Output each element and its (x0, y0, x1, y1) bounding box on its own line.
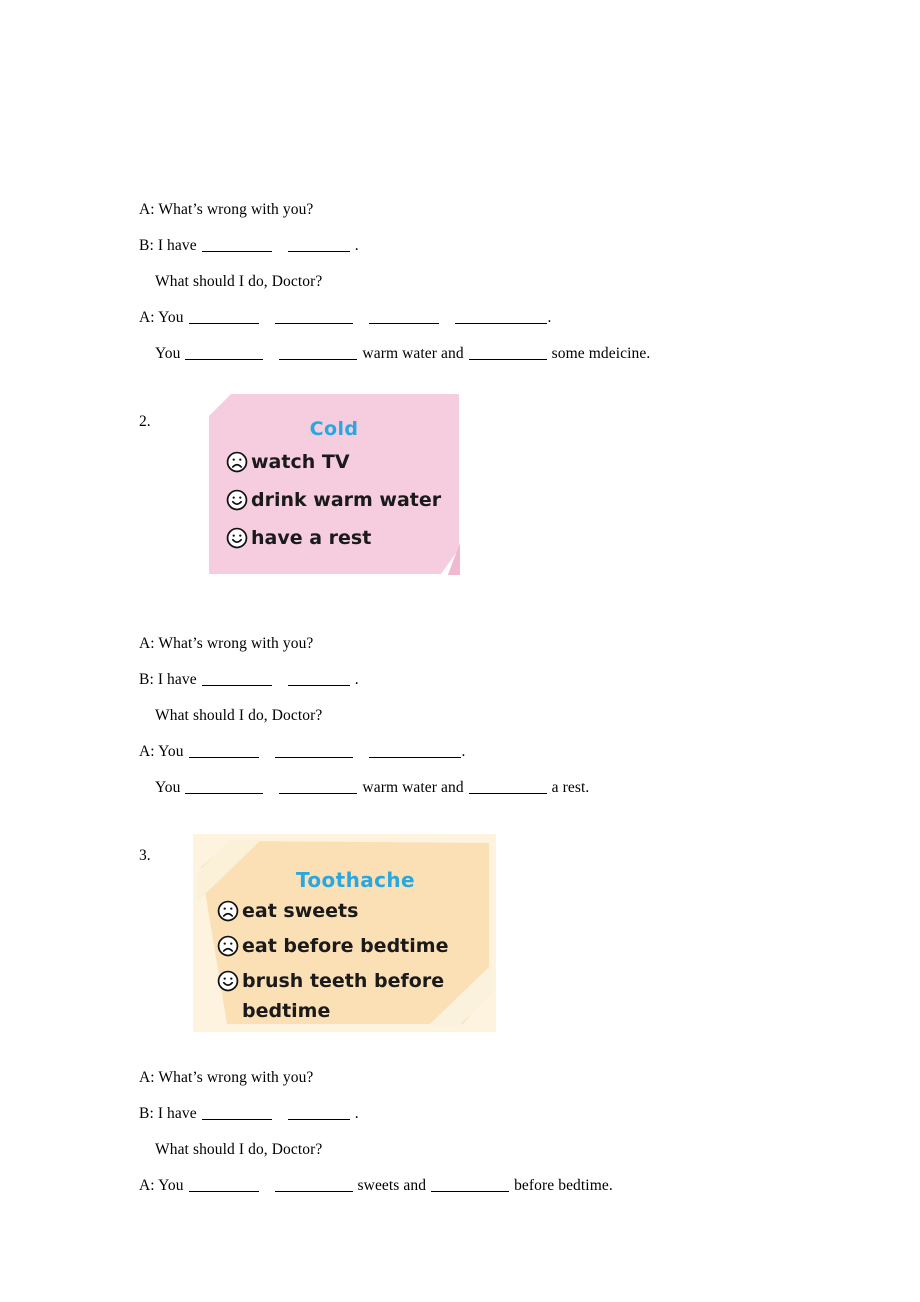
dialogue-3-line-1: A: What’s wrong with you? (139, 1069, 314, 1086)
answer-blank[interactable] (279, 345, 358, 360)
answer-blank[interactable] (201, 671, 272, 686)
answer-blank[interactable] (274, 743, 353, 758)
worksheet-page: A: What’s wrong with you? B: I have . Wh… (0, 0, 920, 1302)
answer-blank[interactable] (279, 779, 358, 794)
cold-card-title: Cold (309, 418, 359, 440)
dialogue-2-line-5-mid: warm water and (362, 779, 464, 796)
list-item-label: have a rest (251, 527, 372, 549)
answer-blank[interactable] (201, 1105, 272, 1120)
list-item: watch TV (226, 446, 459, 484)
dialogue-1-line-5-prefix: You (155, 345, 181, 362)
dialogue-3-line-4: A: You sweets and before bedtime. (139, 1168, 839, 1204)
list-item: have a rest (226, 522, 459, 560)
answer-blank[interactable] (201, 237, 272, 252)
answer-blank[interactable] (287, 237, 350, 252)
answer-blank[interactable] (188, 1177, 259, 1192)
answer-blank[interactable] (431, 1177, 510, 1192)
dialogue-2-line-4: A: You . (139, 734, 839, 770)
dialogue-2-line-2-prefix: B: I have (139, 671, 197, 688)
dialogue-3-line-2-prefix: B: I have (139, 1105, 197, 1122)
list-item-label: brush teeth before bedtime (242, 970, 445, 1022)
happy-face-icon (226, 527, 248, 560)
toothache-card-content: Toothache eat sweets eat before bedtime … (193, 834, 496, 1032)
dialogue-3-line-2: B: I have . (139, 1096, 839, 1132)
dialogue-2-line-1: A: What’s wrong with you? (139, 635, 314, 652)
toothache-card: Toothache eat sweets eat before bedtime … (193, 834, 496, 1032)
dialogue-2-line-5: You warm water and a rest. (139, 770, 839, 806)
toothache-card-list: eat sweets eat before bedtime brush teet… (193, 892, 496, 1026)
dialogue-1-line-2: B: I have . (139, 228, 839, 264)
list-item-label: eat before bedtime (242, 935, 449, 957)
dialogue-1-line-4-suffix: . (547, 309, 552, 326)
dialogue-2-line-5-suffix: a rest. (551, 779, 590, 796)
answer-blank[interactable] (188, 309, 259, 324)
item-number-3: 3. (139, 847, 151, 864)
sad-face-icon (226, 451, 248, 484)
toothache-card-title: Toothache (295, 868, 416, 892)
answer-blank[interactable] (368, 309, 439, 324)
dialogue-2-line-4-suffix: . (461, 743, 466, 760)
dialogue-3-line-2-suffix: . (354, 1105, 359, 1122)
list-item-label: watch TV (251, 451, 350, 473)
dialogue-1-line-5: You warm water and some mdeicine. (139, 336, 839, 372)
cold-card: Cold watch TV drink warm water have a re… (207, 392, 460, 575)
list-item-label: eat sweets (242, 900, 359, 922)
happy-face-icon (226, 489, 248, 522)
dialogue-block-3: A: What’s wrong with you? B: I have . Wh… (139, 1060, 839, 1204)
happy-face-icon (217, 970, 239, 1001)
dialogue-1-line-2-suffix: . (354, 237, 359, 254)
answer-blank[interactable] (185, 345, 264, 360)
answer-blank[interactable] (368, 743, 461, 758)
answer-blank[interactable] (274, 309, 353, 324)
dialogue-2-line-3: What should I do, Doctor? (155, 707, 323, 724)
dialogue-block-2: A: What’s wrong with you? B: I have . Wh… (139, 626, 839, 806)
list-item-label: drink warm water (251, 489, 442, 511)
dialogue-1-line-4: A: You . (139, 300, 839, 336)
dialogue-2-line-5-prefix: You (155, 779, 181, 796)
list-item: eat sweets (217, 896, 496, 931)
sad-face-icon (217, 935, 239, 966)
sad-face-icon (217, 900, 239, 931)
list-item: drink warm water (226, 484, 459, 522)
dialogue-1-line-5-mid: warm water and (362, 345, 464, 362)
dialogue-3-line-4-prefix: A: You (139, 1177, 184, 1194)
dialogue-3-line-4-suffix: before bedtime. (514, 1177, 613, 1194)
dialogue-1-line-1: A: What’s wrong with you? (139, 201, 314, 218)
answer-blank[interactable] (188, 743, 259, 758)
answer-blank[interactable] (468, 779, 547, 794)
dialogue-1-line-2-prefix: B: I have (139, 237, 197, 254)
cold-card-content: Cold watch TV drink warm water have a re… (209, 394, 459, 574)
item-number-2: 2. (139, 413, 151, 430)
dialogue-2-line-2: B: I have . (139, 662, 839, 698)
dialogue-1-line-3: What should I do, Doctor? (155, 273, 323, 290)
answer-blank[interactable] (468, 345, 547, 360)
dialogue-3-line-4-mid: sweets and (357, 1177, 427, 1194)
answer-blank[interactable] (454, 309, 547, 324)
cold-card-list: watch TV drink warm water have a rest (209, 440, 459, 560)
dialogue-1-line-4-prefix: A: You (139, 309, 184, 326)
dialogue-1-line-5-suffix: some mdeicine. (551, 345, 651, 362)
answer-blank[interactable] (274, 1177, 353, 1192)
answer-blank[interactable] (185, 779, 264, 794)
list-item: eat before bedtime (217, 931, 496, 966)
dialogue-2-line-4-prefix: A: You (139, 743, 184, 760)
dialogue-3-line-3: What should I do, Doctor? (155, 1141, 323, 1158)
dialogue-2-line-2-suffix: . (354, 671, 359, 688)
answer-blank[interactable] (287, 671, 350, 686)
dialogue-block-1: A: What’s wrong with you? B: I have . Wh… (139, 192, 839, 372)
list-item: brush teeth before bedtime (217, 966, 496, 1026)
answer-blank[interactable] (287, 1105, 350, 1120)
